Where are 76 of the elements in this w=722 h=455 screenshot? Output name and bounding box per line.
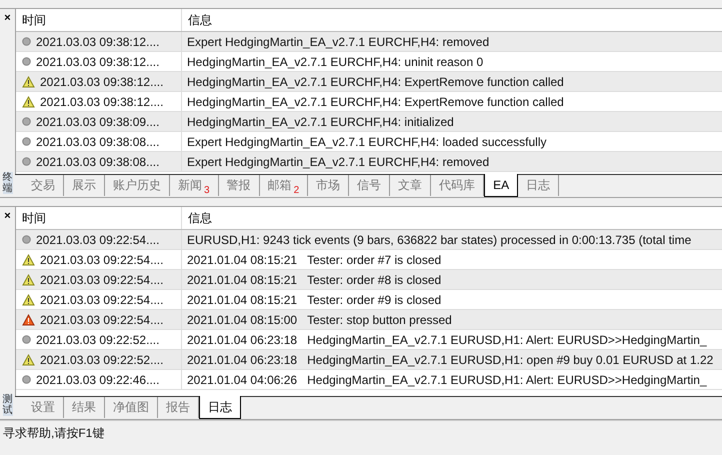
time-cell: 2021.03.03 09:22:52.... [40, 352, 164, 366]
time-cell: 2021.03.03 09:38:08.... [36, 154, 160, 168]
time-cell: 2021.03.03 09:38:12.... [36, 34, 160, 48]
tab[interactable]: 警报 [218, 175, 260, 196]
time-cell: 2021.03.03 09:22:54.... [40, 312, 164, 326]
event-time: 2021.01.04 08:15:21 [187, 292, 298, 306]
tab[interactable]: 信号 [349, 175, 390, 196]
event-time: 2021.01.04 06:23:18 [187, 332, 298, 346]
dot-icon [22, 57, 31, 66]
time-cell: 2021.03.03 09:22:54.... [40, 292, 164, 306]
message-cell: Expert HedgingMartin_EA_v2.7.1 EURCHF,H4: removed [187, 34, 490, 48]
tab-count: 2 [294, 185, 300, 196]
warning-icon [22, 76, 35, 88]
tab[interactable]: 净值图 [105, 397, 158, 418]
dot-icon [22, 157, 31, 166]
close-button[interactable]: × [4, 209, 11, 223]
message-cell: HedgingMartin_EA_v2.7.1 EURCHF,H4: ExpertRemove function called [187, 74, 564, 88]
error-icon [22, 314, 35, 326]
message-cell: Tester: order #9 is closed [307, 292, 442, 306]
panel-label: 测试 [2, 394, 12, 416]
message-cell: Expert HedgingMartin_EA_v2.7.1 EURCHF,H4: loaded successfully [187, 134, 547, 148]
column-header[interactable]: 时间 [16, 9, 182, 31]
status-text: 寻求帮助,请按F1键 [3, 425, 104, 442]
tab[interactable]: 结果 [64, 397, 105, 418]
message-cell: HedgingMartin_EA_v2.7.1 EURCHF,H4: initialized [187, 114, 454, 128]
column-header[interactable]: 信息 [182, 207, 722, 229]
message-cell: Expert HedgingMartin_EA_v2.7.1 EURCHF,H4: removed [187, 154, 490, 168]
time-cell: 2021.03.03 09:22:52.... [36, 332, 160, 346]
dot-icon [22, 137, 31, 146]
time-cell: 2021.03.03 09:38:09.... [36, 114, 160, 128]
time-cell: 2021.03.03 09:22:54.... [40, 272, 164, 286]
tab[interactable]: 市场 [308, 175, 350, 196]
tab[interactable]: 展示 [64, 175, 105, 196]
dot-icon [22, 37, 31, 46]
tab[interactable]: 交易 [23, 175, 64, 196]
tab[interactable]: 账户历史 [105, 175, 170, 196]
dot-icon [22, 375, 31, 384]
tab[interactable]: 日志 [518, 175, 560, 196]
dot-icon [22, 117, 31, 126]
warning-icon [22, 354, 35, 366]
warning-icon [22, 294, 35, 306]
time-cell: 2021.03.03 09:22:54.... [40, 252, 164, 266]
panel-label: 终端 [2, 172, 12, 194]
time-cell: 2021.03.03 09:22:54.... [36, 232, 160, 246]
message-cell: EURUSD,H1: 9243 tick events (9 bars, 636822 bar states) processed in 0:00:13.735 (total time [187, 232, 692, 246]
dot-icon [22, 235, 31, 244]
warning-icon [22, 254, 35, 266]
column-header[interactable]: 信息 [182, 9, 722, 31]
dot-icon [22, 335, 31, 344]
warning-icon [22, 96, 35, 108]
tab[interactable]: 文章 [390, 175, 432, 196]
tab[interactable]: 日志 [199, 396, 241, 419]
message-cell: Tester: order #7 is closed [307, 252, 442, 266]
time-cell: 2021.03.03 09:22:46.... [36, 372, 160, 386]
time-cell: 2021.03.03 09:38:12.... [36, 54, 160, 68]
tab[interactable]: 设置 [23, 397, 64, 418]
event-time: 2021.01.04 04:06:26 [187, 372, 298, 386]
event-time: 2021.01.04 08:15:21 [187, 272, 298, 286]
event-time: 2021.01.04 08:15:21 [187, 252, 298, 266]
message-cell: HedgingMartin_EA_v2.7.1 EURCHF,H4: uninit reason 0 [187, 54, 484, 68]
time-cell: 2021.03.03 09:38:12.... [40, 94, 164, 108]
message-cell: Tester: order #8 is closed [307, 272, 442, 286]
time-cell: 2021.03.03 09:38:08.... [36, 134, 160, 148]
column-header[interactable]: 时间 [16, 207, 182, 229]
event-time: 2021.01.04 06:23:18 [187, 352, 298, 366]
tab-count: 3 [204, 185, 210, 196]
message-cell: Tester: stop button pressed [307, 312, 452, 326]
tab[interactable]: EA [484, 174, 518, 197]
message-cell: HedgingMartin_EA_v2.7.1 EURUSD,H1: open #9 buy 0.01 EURUSD at 1.22 [307, 352, 714, 366]
warning-icon [22, 274, 35, 286]
message-cell: HedgingMartin_EA_v2.7.1 EURUSD,H1: Alert: EURUSD>>HedgingMartin_ [307, 372, 707, 386]
event-time: 2021.01.04 08:15:00 [187, 312, 298, 326]
message-cell: HedgingMartin_EA_v2.7.1 EURUSD,H1: Alert: EURUSD>>HedgingMartin_ [307, 332, 707, 346]
message-cell: HedgingMartin_EA_v2.7.1 EURCHF,H4: ExpertRemove function called [187, 94, 564, 108]
time-cell: 2021.03.03 09:38:12.... [40, 74, 164, 88]
close-button[interactable]: × [4, 11, 11, 25]
